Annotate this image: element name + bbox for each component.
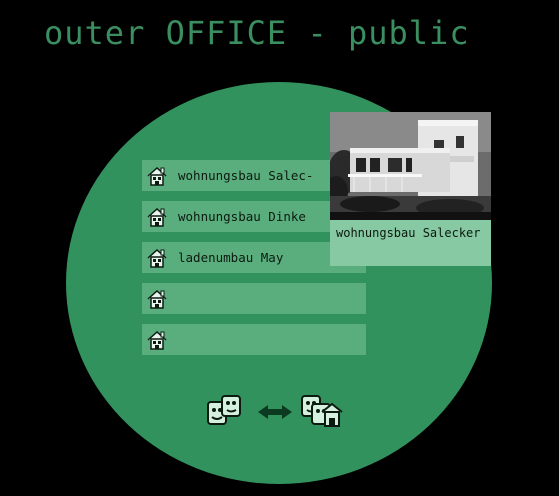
project-item-label: wohnungsbau Salec- <box>178 168 314 183</box>
project-item-5[interactable] <box>142 324 366 355</box>
project-item-label: wohnungsbau Dinke <box>178 209 306 224</box>
house-icon <box>142 242 172 273</box>
project-preview-card[interactable]: wohnungsbau Salecker <box>330 112 491 266</box>
house-icon <box>142 283 172 314</box>
building-photo <box>330 112 491 220</box>
footer-navigation <box>206 392 356 430</box>
house-icon <box>142 160 172 191</box>
project-item-label: ladenumbau May <box>178 250 284 265</box>
people-icon[interactable] <box>206 394 246 432</box>
page-title: outer OFFICE - public <box>44 14 470 52</box>
preview-caption: wohnungsbau Salecker <box>336 226 481 240</box>
house-icon <box>142 201 172 232</box>
house-icon <box>142 324 172 355</box>
project-item-4[interactable] <box>142 283 366 314</box>
people-house-icon[interactable] <box>300 394 344 434</box>
swap-arrows-icon[interactable] <box>256 404 294 424</box>
